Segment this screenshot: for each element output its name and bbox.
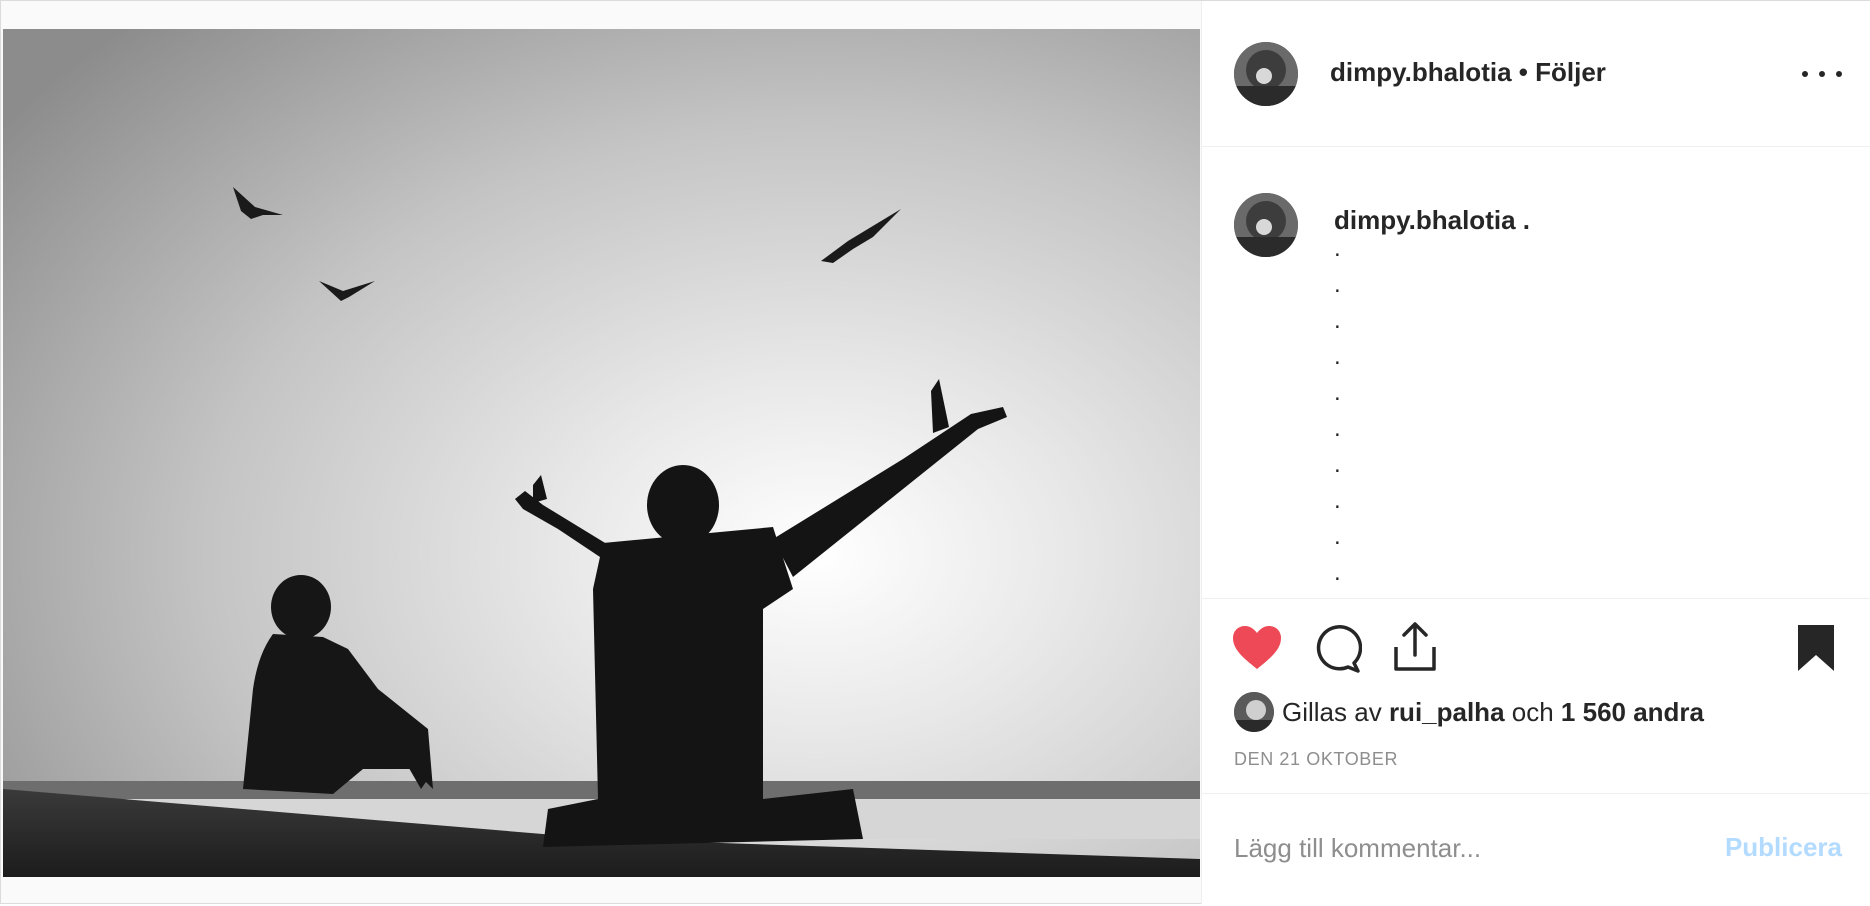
- caption-line: .: [1334, 451, 1341, 478]
- author-username[interactable]: dimpy.bhalotia: [1330, 57, 1512, 87]
- caption-dot-lines: . . . . . . . . . .: [1334, 231, 1374, 591]
- caption-line: .: [1334, 559, 1341, 586]
- caption-line: .: [1334, 379, 1341, 406]
- liker-avatar[interactable]: [1234, 692, 1274, 732]
- post-header: dimpy.bhalotia • Följer: [1202, 1, 1870, 147]
- post-actions: Gillas av rui_palha och 1 560 andra DEN …: [1202, 598, 1870, 905]
- author-avatar[interactable]: [1234, 42, 1298, 106]
- post-date[interactable]: DEN 21 OKTOBER: [1234, 749, 1398, 770]
- share-upload-icon[interactable]: [1392, 621, 1438, 673]
- post-photo[interactable]: [3, 29, 1200, 877]
- comment-bar: Publicera: [1202, 793, 1870, 906]
- caption-line: .: [1334, 343, 1341, 370]
- caption-line: .: [1334, 487, 1341, 514]
- post-dialog: dimpy.bhalotia • Följer dimpy.bhalotia .: [0, 0, 1870, 904]
- caption-line: .: [1334, 307, 1341, 334]
- caption-line: .: [1334, 415, 1341, 442]
- caption-line: .: [1334, 271, 1341, 298]
- post-side-panel: dimpy.bhalotia • Följer dimpy.bhalotia .: [1201, 1, 1870, 904]
- publish-button[interactable]: Publicera: [1712, 832, 1842, 863]
- likes-conjunction: och: [1511, 696, 1554, 727]
- heart-filled-icon[interactable]: [1232, 625, 1282, 671]
- caption-text: .: [1522, 205, 1530, 235]
- caption-line: .: [1334, 235, 1341, 262]
- likes-others-link[interactable]: 1 560 andra: [1561, 697, 1704, 728]
- bookmark-filled-icon[interactable]: [1796, 623, 1836, 673]
- liker-username[interactable]: rui_palha: [1389, 697, 1505, 728]
- comment-bubble-icon[interactable]: [1314, 625, 1362, 673]
- more-options-icon[interactable]: [1802, 61, 1842, 87]
- likes-summary: Gillas av rui_palha och 1 560 andra: [1234, 690, 1704, 734]
- likes-prefix: Gillas av: [1282, 696, 1382, 727]
- caption-area: dimpy.bhalotia . . . . . . . . . . .: [1202, 147, 1870, 597]
- caption-line: .: [1334, 523, 1341, 550]
- author-line: dimpy.bhalotia • Följer: [1330, 57, 1606, 88]
- caption-author-avatar[interactable]: [1234, 193, 1298, 257]
- comment-input[interactable]: [1234, 828, 1674, 868]
- separator-dot: •: [1518, 57, 1528, 87]
- follow-status-button[interactable]: Följer: [1535, 57, 1606, 87]
